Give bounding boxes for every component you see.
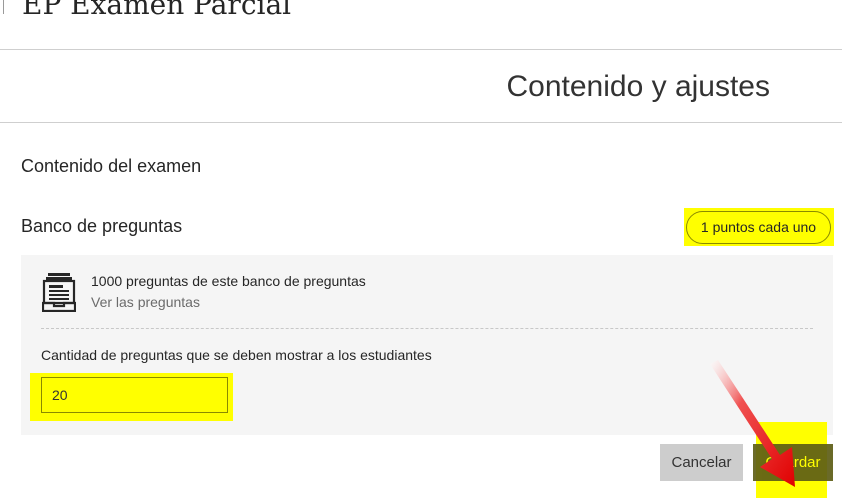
page-title: EP Examen Parcial [22, 0, 292, 21]
question-bank-title: Banco de preguntas [21, 216, 183, 236]
quantity-label: Cantidad de preguntas que se deben mostr… [41, 347, 432, 363]
divider [41, 328, 813, 329]
panel-header: Contenido y ajustes [0, 51, 842, 123]
bank-question-count: 1000 preguntas de este banco de pregunta… [91, 273, 366, 289]
question-bank-icon [42, 273, 76, 312]
panel-title: Contenido y ajustes [506, 70, 771, 103]
page: EP Examen Parcial Contenido y ajustes Co… [0, 0, 842, 504]
question-bank-card: 1000 preguntas de este banco de pregunta… [21, 255, 833, 435]
cancel-button[interactable]: Cancelar [660, 444, 743, 481]
points-badge[interactable]: 1 puntos cada uno [686, 211, 831, 244]
edge-marker [0, 0, 4, 14]
section-title: Contenido del examen [21, 156, 202, 176]
quantity-input[interactable]: 20 [41, 377, 228, 413]
panel-content: Contenido del examen Banco de preguntas … [0, 124, 842, 504]
view-questions-link[interactable]: Ver las preguntas [91, 294, 200, 310]
save-button[interactable]: Guardar [753, 444, 833, 481]
top-title-bar: EP Examen Parcial [0, 0, 842, 50]
